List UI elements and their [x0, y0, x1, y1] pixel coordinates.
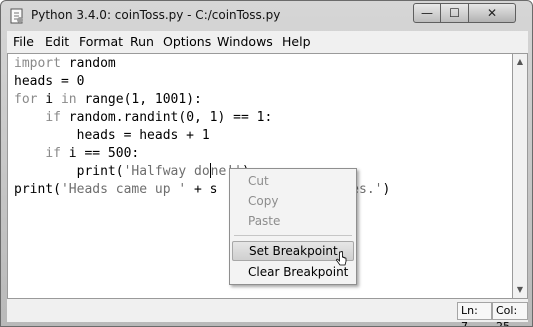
status-column: Col: 25 [492, 302, 528, 326]
keyword: in [60, 92, 77, 107]
scroll-down-arrow-icon[interactable]: ▼ [513, 282, 527, 298]
vertical-scrollbar[interactable]: ▲ ▼ [513, 53, 528, 299]
maximize-icon: ☐ [449, 6, 460, 20]
code-text: print( [14, 182, 61, 197]
menu-file[interactable]: File [13, 34, 34, 49]
menu-help[interactable]: Help [282, 34, 311, 49]
keyword: if [45, 110, 61, 125]
keyword: import [14, 56, 61, 71]
code-text: i [37, 92, 61, 107]
python-file-icon [10, 8, 23, 24]
code-line: heads = heads + 1 [14, 127, 210, 145]
menu-item-copy[interactable]: Copy [232, 191, 354, 211]
menu-separator [234, 235, 352, 236]
minimize-button[interactable]: — [413, 3, 441, 23]
code-text: heads = 0 [14, 74, 85, 89]
close-icon: ✕ [486, 6, 498, 20]
code-line: for i in range(1, 1001): [14, 91, 202, 109]
code-text: random.randint(0, 1) == 1: [60, 110, 273, 125]
scroll-up-arrow-icon[interactable]: ▲ [513, 54, 527, 70]
code-text: random [60, 56, 116, 71]
code-text: print( [14, 164, 124, 179]
menu-run[interactable]: Run [130, 34, 154, 49]
string-literal: 'Heads came up ' [60, 182, 187, 197]
code-text: ) [382, 182, 391, 197]
menu-options[interactable]: Options [163, 34, 211, 49]
window-title: Python 3.4.0: coinToss.py - C:/coinToss.… [31, 8, 281, 22]
code-text: heads = heads + 1 [14, 128, 210, 143]
menu-format[interactable]: Format [79, 34, 123, 49]
mouse-pointer-icon [336, 251, 347, 266]
code-text: i == 500: [60, 146, 140, 161]
menu-bar: File Edit Format Run Options Windows Hel… [7, 31, 528, 53]
code-line: import random [14, 55, 116, 73]
title-bar[interactable]: Python 3.4.0: coinToss.py - C:/coinToss.… [1, 1, 532, 31]
maximize-button[interactable]: ☐ [441, 3, 469, 23]
code-text: range(1, 1001): [76, 92, 202, 107]
menu-item-paste[interactable]: Paste [232, 211, 354, 231]
menu-windows[interactable]: Windows [217, 34, 273, 49]
code-line: print('Halfway done!') [14, 163, 250, 181]
status-bar: Ln: 7 Col: 25 [7, 299, 528, 326]
menu-item-cut[interactable]: Cut [232, 171, 354, 191]
menu-edit[interactable]: Edit [45, 34, 69, 49]
code-line: heads = 0 [14, 73, 84, 91]
status-line: Ln: 7 [457, 302, 492, 326]
code-text: + s [186, 182, 218, 197]
close-button[interactable]: ✕ [469, 3, 516, 23]
keyword: for [14, 92, 38, 107]
idle-editor-window: Python 3.4.0: coinToss.py - C:/coinToss.… [0, 0, 533, 327]
string-literal: 'Halfway do [123, 164, 210, 179]
code-line: if i == 500: [14, 145, 139, 163]
code-line: if random.randint(0, 1) == 1: [14, 109, 272, 127]
minimize-icon: — [421, 6, 433, 20]
keyword: if [45, 146, 61, 161]
